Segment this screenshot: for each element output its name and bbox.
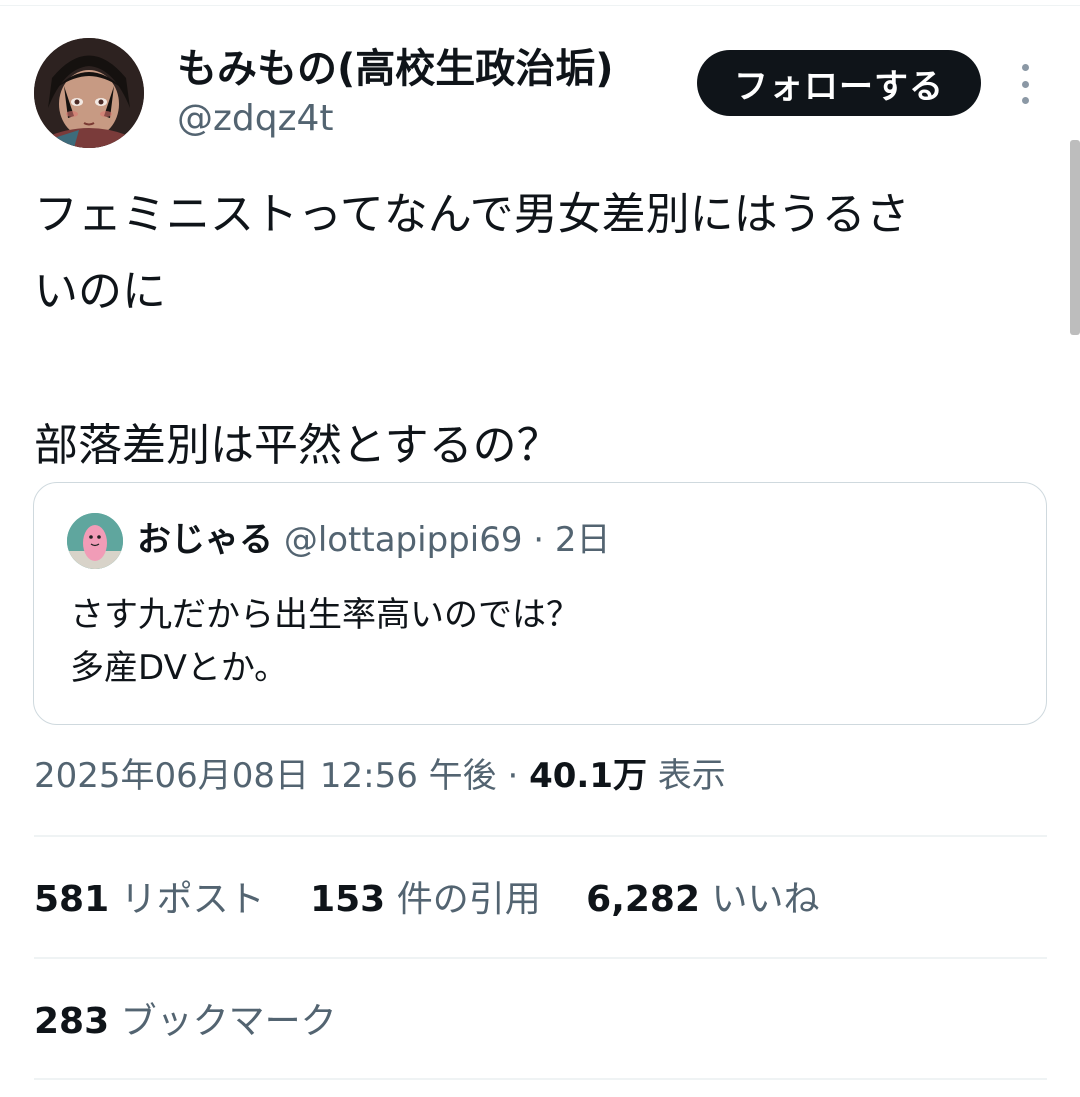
more-dot [1021,64,1029,71]
more-dot [1021,80,1029,88]
quotes-count: 153 [310,879,386,920]
reposts-label: リポスト [120,879,265,920]
likes-count: 6,282 [586,879,701,920]
divider [34,957,1047,959]
reposts-count: 581 [34,879,110,920]
meta-separator: · [496,756,530,796]
follow-button[interactable]: フォローする [697,50,981,116]
views-label: 表示 [657,756,726,796]
quotes-label: 件の引用 [396,879,541,920]
author-display-name[interactable]: もみもの(高校生政治垢) [177,42,614,96]
quotes-stat[interactable]: 153 件の引用 [310,879,541,920]
divider [34,1078,1047,1080]
scrollbar[interactable] [1070,140,1080,335]
divider [34,835,1047,837]
author-avatar[interactable] [34,38,144,148]
tweet-text: フェミニストってなんで男女差別にはうるさ いのに 部落差別は平然とするの？ [34,189,910,471]
bookmarks-count: 283 [34,1001,110,1042]
quoted-separator: · [522,520,555,560]
likes-stat[interactable]: 6,282 いいね [586,879,819,920]
stats-row: 581 リポスト 153 件の引用 6,282 いいね [34,873,854,927]
views-count: 40.1万 [529,756,647,796]
quoted-handle[interactable]: @lottapippi69 [284,520,523,560]
author-handle[interactable]: @zdqz4t [177,96,334,142]
quoted-time[interactable]: 2日 [555,520,611,560]
bookmarks-stat[interactable]: 283 ブックマーク [34,995,337,1049]
more-dot [1021,97,1029,104]
reposts-stat[interactable]: 581 リポスト [34,879,265,920]
tweet-timestamp[interactable]: 2025年06月08日 12:56 午後 [34,756,497,796]
quoted-tweet-card[interactable]: おじゃる @lottapippi69 · 2日 さす九だから出生率高いのでは？ … [33,482,1047,725]
quoted-display-name[interactable]: おじゃる [137,520,273,560]
tweet-meta: 2025年06月08日 12:56 午後 · 40.1万 表示 [34,751,726,801]
quoted-author-avatar[interactable] [67,513,123,569]
quoted-text: さす九だから出生率高いのでは？ 多産DVとか。 [70,595,580,688]
bookmarks-label: ブックマーク [120,1001,337,1042]
more-vertical-icon[interactable] [1015,64,1035,104]
top-divider [0,5,1080,6]
quoted-header: おじゃる @lottapippi69 · 2日 [137,517,611,563]
likes-label: いいね [711,879,820,920]
